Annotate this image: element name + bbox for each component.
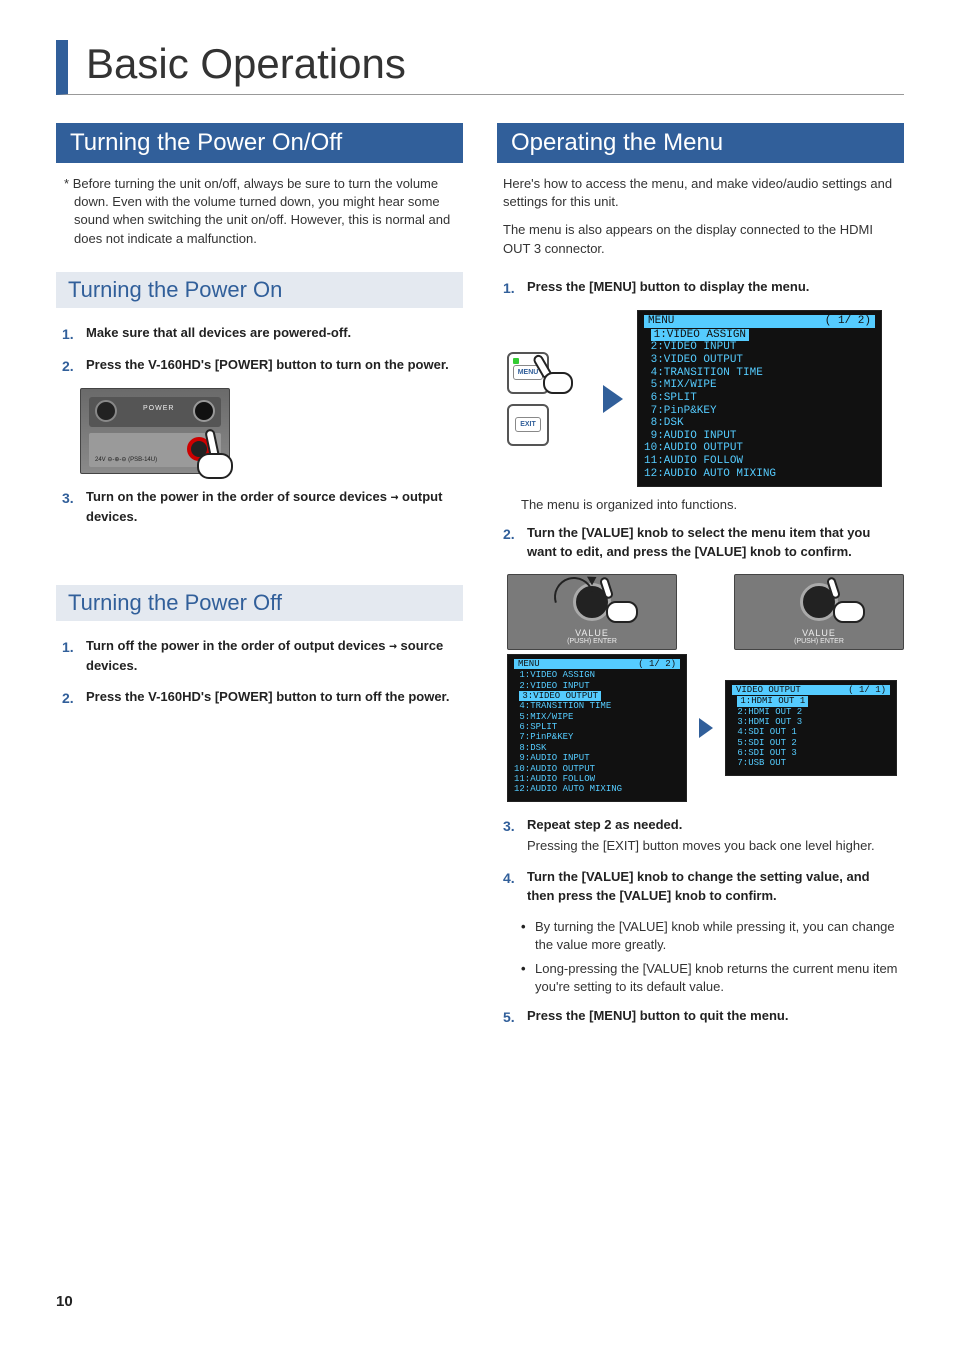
menu-button: MENU — [507, 352, 549, 394]
step-number: 5. — [503, 1007, 527, 1027]
step-text: Press the [MENU] button to quit the menu… — [527, 1008, 788, 1023]
menu-step-3: 3. Repeat step 2 as needed. Pressing the… — [503, 816, 898, 857]
menu-step-4: 4. Turn the [VALUE] knob to change the s… — [503, 868, 898, 906]
menu-button-illustration: MENU EXIT MENU( 1/ 2) 1:VIDEO ASSIGN 2:V… — [507, 310, 904, 487]
hand-icon — [189, 429, 239, 479]
step-number: 4. — [503, 868, 527, 906]
step-subtext: Pressing the [EXIT] button moves you bac… — [527, 837, 898, 856]
step-number: 1. — [62, 637, 86, 676]
intro-1: Here's how to access the menu, and make … — [497, 175, 904, 211]
menu-step-5: 5. Press the [MENU] button to quit the m… — [503, 1007, 898, 1027]
lcd-screen-menu-2: MENU( 1/ 2) 1:VIDEO ASSIGN 2:VIDEO INPUT… — [507, 654, 687, 801]
section-heading-menu: Operating the Menu — [497, 123, 904, 163]
power-off-step-2: 2. Press the V-160HD's [POWER] button to… — [62, 688, 457, 708]
arrow-right-icon — [699, 718, 713, 738]
lcd-screen-menu-1: MENU( 1/ 2) 1:VIDEO ASSIGN 2:VIDEO INPUT… — [637, 310, 882, 487]
power-label: POWER — [143, 405, 174, 412]
page-number: 10 — [56, 1293, 73, 1310]
subheading-power-on: Turning the Power On — [56, 272, 463, 308]
power-on-step-3: 3. Turn on the power in the order of sou… — [62, 488, 457, 527]
step-text: Turn off the power in the order of outpu… — [86, 638, 443, 673]
step-number: 1. — [62, 324, 86, 344]
note-prefix: * — [64, 176, 69, 191]
power-on-step-2: 2. Press the V-160HD's [POWER] button to… — [62, 356, 457, 376]
value-knob-illustration: VALUE (PUSH) ENTER VALUE (PUSH) ENTER — [507, 574, 904, 650]
step-text: Repeat step 2 as needed. — [527, 816, 898, 835]
value-knob-rotate: VALUE (PUSH) ENTER — [507, 574, 677, 650]
step-number: 2. — [62, 688, 86, 708]
step-text: Turn on the power in the order of source… — [86, 489, 442, 524]
left-column: Turning the Power On/Off * Before turnin… — [56, 123, 463, 1039]
arrow-icon: → — [389, 639, 397, 654]
note-body: Before turning the unit on/off, always b… — [73, 176, 451, 246]
bullet-2: Long-pressing the [VALUE] knob returns t… — [521, 960, 898, 996]
step-text: Press the [MENU] button to display the m… — [527, 279, 809, 294]
hand-icon — [533, 350, 577, 394]
note-text: * Before turning the unit on/off, always… — [56, 175, 463, 248]
menu-step-2: 2. Turn the [VALUE] knob to select the m… — [503, 524, 898, 562]
step-number: 1. — [503, 278, 527, 298]
value-knob-press: VALUE (PUSH) ENTER — [734, 574, 904, 650]
step-text: Press the V-160HD's [POWER] button to tu… — [86, 689, 450, 704]
step-text: Turn the [VALUE] knob to select the menu… — [527, 525, 870, 559]
power-button-illustration: POWER 24V ⊖-⊕-⊖ (PSB-14U) — [80, 388, 463, 474]
power-off-step-1: 1. Turn off the power in the order of ou… — [62, 637, 457, 676]
menu-step-1: 1. Press the [MENU] button to display th… — [503, 278, 898, 298]
lcd-screen-video-output: VIDEO OUTPUT( 1/ 1) 1:HDMI OUT 1 2:HDMI … — [725, 680, 897, 776]
step-number: 2. — [503, 524, 527, 562]
step-text: Press the V-160HD's [POWER] button to tu… — [86, 357, 449, 372]
section-heading-power: Turning the Power On/Off — [56, 123, 463, 163]
hand-icon — [592, 571, 648, 627]
hand-icon — [819, 571, 875, 627]
step-number: 2. — [62, 356, 86, 376]
step-number: 3. — [62, 488, 86, 527]
chapter-title: Basic Operations — [56, 40, 904, 95]
lcd-pair: MENU( 1/ 2) 1:VIDEO ASSIGN 2:VIDEO INPUT… — [507, 654, 904, 801]
right-column: Operating the Menu Here's how to access … — [497, 123, 904, 1039]
bullet-1: By turning the [VALUE] knob while pressi… — [521, 918, 898, 954]
power-on-step-1: 1. Make sure that all devices are powere… — [62, 324, 457, 344]
menu-caption: The menu is organized into functions. — [521, 497, 904, 512]
step-text: Make sure that all devices are powered-o… — [86, 325, 351, 340]
intro-2: The menu is also appears on the display … — [497, 221, 904, 257]
exit-button: EXIT — [507, 404, 549, 446]
subheading-power-off: Turning the Power Off — [56, 585, 463, 621]
step-number: 3. — [503, 816, 527, 857]
power-jack-label: 24V ⊖-⊕-⊖ (PSB-14U) — [95, 457, 157, 464]
arrow-right-icon — [603, 385, 623, 413]
step-text: Turn the [VALUE] knob to change the sett… — [527, 869, 870, 903]
